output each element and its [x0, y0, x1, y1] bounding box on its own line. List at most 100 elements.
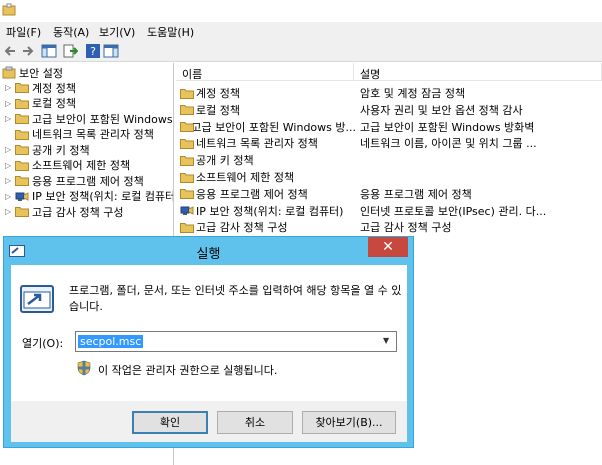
expand-arrow-icon[interactable]: ▷ — [5, 145, 13, 154]
tree-root-label: 보안 설정 — [19, 66, 63, 80]
run-dialog-titlebar[interactable]: 실행 ✕ — [4, 237, 413, 265]
folder-icon — [15, 206, 29, 217]
menu-action[interactable]: 동작(A) — [53, 24, 89, 40]
tree-item-label: 네트워크 목록 관리자 정책 — [32, 128, 154, 141]
open-label: 열기(O): — [22, 337, 64, 350]
folder-icon — [180, 104, 194, 116]
folder-icon — [15, 144, 29, 155]
menu-bar: 파일(F) 동작(A) 보기(V) 도움말(H) — [0, 22, 602, 40]
forward-arrow-icon[interactable] — [19, 43, 35, 59]
list-item-description: 고급 보안이 포함된 Windows 방화벽 — [360, 120, 535, 134]
window-titlebar — [0, 0, 602, 22]
back-arrow-icon[interactable] — [3, 43, 19, 59]
list-item-name: IP 보안 정책(위치: 로컬 컴퓨터) — [196, 204, 344, 218]
folder-icon — [180, 188, 194, 200]
open-combobox[interactable]: secpol.msc ▼ — [75, 331, 397, 352]
folder-icon — [180, 138, 194, 149]
list-row[interactable]: 공개 키 정책 — [176, 150, 602, 167]
list-row[interactable]: 로컬 정책 사용자 권리 및 보안 옵션 정책 감사 — [176, 100, 602, 117]
run-dialog-title: 실행 — [196, 247, 221, 262]
chevron-down-icon[interactable]: ▼ — [383, 336, 393, 345]
menu-file[interactable]: 파일(F) — [6, 24, 41, 40]
tree-item[interactable]: ▷ 공개 키 정책 — [5, 142, 90, 157]
run-program-icon — [20, 285, 54, 313]
expand-arrow-icon[interactable]: ▷ — [5, 207, 13, 216]
tree-item-label: 로컬 정책 — [32, 97, 76, 110]
security-policy-app-icon — [2, 3, 16, 16]
folder-icon — [15, 82, 29, 93]
folder-icon — [180, 88, 194, 99]
tree-item[interactable]: ▷ 고급 감사 정책 구성 — [5, 204, 123, 219]
list-item-name: 네트워크 목록 관리자 정책 — [196, 137, 318, 151]
expand-arrow-icon[interactable]: ▷ — [5, 176, 13, 185]
ok-button[interactable]: 확인 — [132, 411, 208, 434]
tree-item[interactable]: ▷ 고급 보안이 포함된 Windows — [5, 111, 173, 126]
help-icon[interactable]: ? — [85, 43, 101, 59]
tree-item[interactable]: ▷ 로컬 정책 — [5, 96, 76, 111]
folder-icon — [15, 175, 29, 186]
tree-item[interactable]: ▷ 계정 정책 — [5, 80, 76, 95]
tree-item[interactable]: ▷ IP 보안 정책(위치: 로컬 컴퓨터 — [5, 189, 174, 204]
export-list-icon[interactable] — [62, 43, 78, 59]
expand-arrow-icon[interactable]: ▷ — [5, 114, 13, 123]
list-cell-name: 소프트웨어 제한 정책 — [180, 169, 356, 185]
list-item-name: 고급 감사 정책 구성 — [196, 221, 288, 235]
toolbar: ? — [0, 40, 602, 62]
list-row[interactable]: 고급 감사 정책 구성 고급 감사 정책 구성 — [176, 217, 602, 234]
list-row[interactable]: 고급 보안이 포함된 Windows 방... 고급 보안이 포함된 Window… — [176, 117, 602, 134]
ip-security-icon — [180, 205, 194, 216]
tree-item[interactable]: ▷ 소프트웨어 제한 정책 — [5, 158, 130, 173]
close-button[interactable]: ✕ — [368, 237, 408, 257]
show-hide-action-pane-icon[interactable] — [103, 43, 119, 59]
column-header-description[interactable]: 설명 — [354, 63, 602, 81]
admin-privileges-note: 이 작업은 관리자 권한으로 실행됩니다. — [98, 364, 278, 377]
list-row[interactable]: 계정 정책 암호 및 계정 잠금 정책 — [176, 83, 602, 100]
list-item-name: 소프트웨어 제한 정책 — [196, 171, 295, 184]
list-cell-name: 계정 정책 — [180, 85, 356, 101]
folder-icon — [180, 155, 194, 166]
list-item-name: 로컬 정책 — [196, 103, 240, 117]
menu-help[interactable]: 도움말(H) — [147, 24, 194, 40]
tree-item-label: 소프트웨어 제한 정책 — [32, 159, 131, 172]
run-dialog: 실행 ✕ 프로그램, 폴더, 문서, 또는 인터넷 주소를 입력하여 해당 항목… — [3, 236, 414, 448]
console-tree-icon[interactable] — [41, 43, 57, 59]
folder-icon — [15, 160, 29, 171]
open-input-value[interactable]: secpol.msc — [78, 335, 144, 348]
column-header-name[interactable]: 이름 — [176, 63, 354, 81]
tree-item-label: 고급 감사 정책 구성 — [32, 205, 124, 219]
expand-arrow-icon[interactable]: ▷ — [5, 192, 13, 201]
tree-root-security-settings[interactable]: 보안 설정 — [2, 65, 63, 80]
list-item-description: 응용 프로그램 제어 정책 — [360, 187, 472, 201]
tree-item-label: 공개 키 정책 — [32, 143, 90, 157]
list-row[interactable]: 응용 프로그램 제어 정책 응용 프로그램 제어 정책 — [176, 184, 602, 201]
folder-icon — [180, 172, 194, 183]
tree-item-label: 계정 정책 — [32, 81, 76, 95]
tree-item[interactable]: 네트워크 목록 관리자 정책 — [5, 127, 154, 142]
list-item-description: 네트워크 이름, 아이콘 및 위치 그룹 ... — [360, 137, 537, 151]
tree-item-label: 응용 프로그램 제어 정책 — [32, 174, 144, 188]
folder-icon — [15, 129, 29, 140]
folder-icon — [180, 121, 194, 133]
folder-icon — [180, 222, 194, 233]
list-row[interactable]: IP 보안 정책(위치: 로컬 컴퓨터) 인터넷 프로토콜 보안(IPsec) 관… — [176, 201, 602, 218]
list-cell-name: 고급 감사 정책 구성 — [180, 219, 356, 235]
browse-button[interactable]: 찾아보기(B)... — [302, 411, 396, 434]
run-dialog-footer: 확인 취소 찾아보기(B)... — [11, 401, 407, 442]
expand-arrow-icon[interactable]: ▷ — [5, 83, 13, 92]
list-item-name: 고급 보안이 포함된 Windows 방... — [191, 120, 356, 134]
list-row[interactable]: 네트워크 목록 관리자 정책 네트워크 이름, 아이콘 및 위치 그룹 ... — [176, 133, 602, 150]
list-cell-name: 로컬 정책 — [180, 102, 356, 118]
tree-item[interactable]: ▷ 응용 프로그램 제어 정책 — [5, 173, 144, 188]
run-dialog-body: 프로그램, 폴더, 문서, 또는 인터넷 주소를 입력하여 해당 항목을 열 수… — [11, 265, 407, 442]
list-row[interactable]: 소프트웨어 제한 정책 — [176, 167, 602, 184]
svg-text:?: ? — [90, 45, 96, 58]
tree-item-label: IP 보안 정책(위치: 로컬 컴퓨터 — [32, 190, 174, 203]
expand-arrow-icon[interactable]: ▷ — [5, 161, 13, 170]
cancel-button[interactable]: 취소 — [217, 411, 293, 434]
ip-security-icon — [15, 191, 29, 202]
list-item-description: 고급 감사 정책 구성 — [360, 221, 452, 235]
expand-arrow-icon[interactable]: ▷ — [5, 99, 13, 108]
folder-icon — [15, 113, 29, 124]
folder-icon — [15, 98, 29, 109]
menu-view[interactable]: 보기(V) — [99, 24, 135, 40]
